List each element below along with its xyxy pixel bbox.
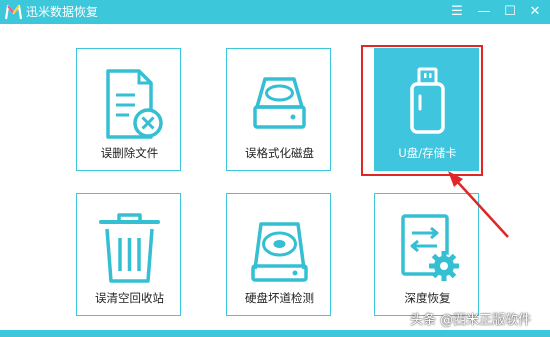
tile-label: 深度恢复 (404, 291, 451, 305)
minimize-button[interactable]: — (473, 2, 495, 22)
recycle-bin-icon (99, 213, 160, 283)
highlight-frame (361, 45, 483, 176)
title-bar: 迅米数据恢复 ☰ — ☐ ✕ (0, 0, 550, 24)
menu-button[interactable]: ☰ (446, 2, 468, 22)
formatted-disk-icon (253, 77, 306, 129)
gear-icon (429, 251, 459, 281)
annotation-arrow-icon (448, 171, 509, 238)
tile-formatted-disk[interactable]: 误格式化磁盘 (226, 48, 331, 171)
tile-hard-disk-check[interactable]: 硬盘坏道检测 (226, 193, 331, 316)
tile-label: 误清空回收站 (95, 291, 164, 305)
tile-label: 误格式化磁盘 (245, 146, 314, 160)
tile-recycle-bin[interactable]: 误清空回收站 (76, 193, 181, 316)
deleted-file-icon (106, 69, 163, 139)
maximize-button[interactable]: ☐ (499, 2, 521, 22)
app-logo-icon (5, 4, 22, 20)
app-title: 迅米数据恢复 (26, 5, 99, 19)
watermark: 头条 @西米正版软件 (410, 313, 532, 328)
close-button[interactable]: ✕ (524, 2, 546, 22)
tile-label: 硬盘坏道检测 (245, 291, 314, 305)
tile-label: 误删除文件 (100, 146, 159, 160)
hard-disk-check-icon (251, 222, 308, 282)
tile-deleted-file[interactable]: 误删除文件 (76, 48, 181, 171)
status-bar (0, 330, 550, 337)
